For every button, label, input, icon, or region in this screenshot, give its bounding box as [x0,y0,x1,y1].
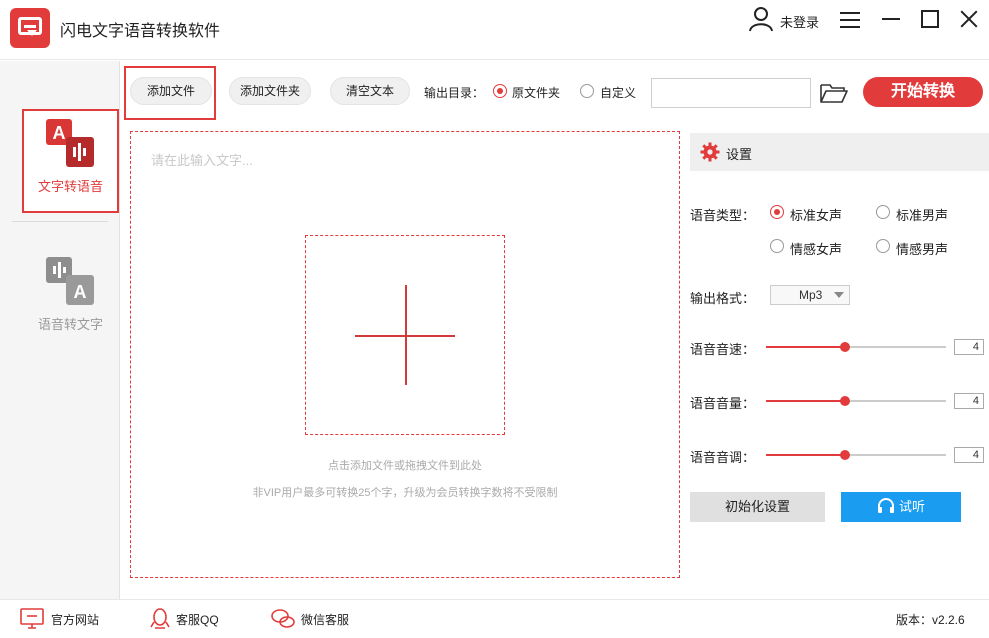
volume-label: 语音音量： [690,393,755,412]
sidebar-item-label: 语音转文字 [24,314,117,333]
footer: 官方网站 客服QQ 微信客服 版本：v2.2.6 [0,599,989,638]
format-label: 输出格式： [690,288,755,307]
output-dir-label: 输出目录： [424,84,484,101]
sidebar: A 文字转语音 A 语音转文字 [0,61,120,599]
add-file-button[interactable]: 添加文件 [130,77,212,105]
voice-standard-male-label[interactable]: 标准男声 [896,205,948,224]
title-bar: 闪电文字语音转换软件 未登录 [0,0,989,60]
pitch-slider-thumb[interactable] [840,450,850,460]
text-placeholder: 请在此输入文字... [151,150,253,169]
official-website-link[interactable]: 官方网站 [51,611,99,628]
vip-hint: 非VIP用户最多可转换25个字，升级为会员转换字数将不受限制 [131,484,679,500]
maximize-icon[interactable] [921,10,939,28]
speed-label: 语音音速： [690,339,755,358]
login-status[interactable]: 未登录 [780,12,819,31]
menu-icon[interactable] [840,12,860,28]
voice-emotional-male-label[interactable]: 情感男声 [896,239,948,258]
pitch-slider[interactable] [766,454,946,456]
app-title: 闪电文字语音转换软件 [60,17,220,41]
speed-slider-fill [766,346,845,348]
volume-slider-thumb[interactable] [840,396,850,406]
speed-value-input[interactable]: 4 [954,339,984,355]
app-logo-icon [10,8,50,48]
folder-open-icon[interactable] [820,82,848,104]
qq-penguin-icon [148,608,172,630]
user-icon[interactable] [748,6,774,32]
reset-settings-button[interactable]: 初始化设置 [690,492,825,522]
voice-standard-female-label[interactable]: 标准女声 [790,205,842,224]
volume-slider-fill [766,400,845,402]
sidebar-divider [12,221,108,222]
text-to-speech-icon: A [46,119,96,169]
listen-button[interactable]: 试听 [841,492,961,522]
svg-text:A: A [73,282,86,302]
wechat-support-link[interactable]: 微信客服 [301,611,349,628]
qq-support-link[interactable]: 客服QQ [176,611,219,628]
speed-slider-thumb[interactable] [840,342,850,352]
settings-header: 设置 [690,133,989,171]
close-icon[interactable] [960,10,978,28]
add-folder-button[interactable]: 添加文件夹 [229,77,311,105]
monitor-icon [20,608,44,630]
start-convert-button[interactable]: 开始转换 [863,77,983,107]
plus-icon-vertical [405,285,407,385]
volume-value-input[interactable]: 4 [954,393,984,409]
volume-slider[interactable] [766,400,946,402]
speed-slider[interactable] [766,346,946,348]
radio-voice-emotional-female[interactable] [770,239,784,253]
sidebar-item-text-to-speech[interactable]: A 文字转语音 [22,109,119,213]
listen-button-label: 试听 [899,499,925,514]
pitch-slider-fill [766,454,845,456]
radio-original-folder-label[interactable]: 原文件夹 [512,84,560,101]
minimize-icon[interactable] [882,18,900,20]
clear-text-button[interactable]: 清空文本 [330,77,410,105]
speech-to-text-icon: A [46,257,96,307]
text-input-area[interactable]: 请在此输入文字... 点击添加文件或拖拽文件到此处 非VIP用户最多可转换25个… [130,131,680,578]
file-drop-zone[interactable] [305,235,505,435]
output-path-input[interactable] [651,78,811,108]
app-window: 闪电文字语音转换软件 未登录 A 文字转语音 [0,0,989,638]
radio-custom-folder[interactable] [580,84,594,98]
sidebar-item-speech-to-text[interactable]: A 语音转文字 [22,247,119,351]
version-label: 版本：v2.2.6 [896,611,965,628]
wechat-icon [271,608,295,630]
svg-text:A: A [52,123,65,143]
radio-voice-emotional-male[interactable] [876,239,890,253]
pitch-label: 语音音调： [690,447,755,466]
format-select[interactable]: Mp3 [770,285,850,305]
drop-hint: 点击添加文件或拖拽文件到此处 [131,457,679,473]
radio-voice-standard-female[interactable] [770,205,784,219]
radio-voice-standard-male[interactable] [876,205,890,219]
headphones-icon [877,498,895,514]
settings-title: 设置 [726,144,752,163]
voice-emotional-female-label[interactable]: 情感女声 [790,239,842,258]
gear-icon [700,142,720,162]
voice-type-label: 语音类型： [690,205,755,224]
radio-custom-folder-label[interactable]: 自定义 [600,84,636,101]
pitch-value-input[interactable]: 4 [954,447,984,463]
sidebar-item-label: 文字转语音 [24,176,117,195]
radio-original-folder[interactable] [493,84,507,98]
